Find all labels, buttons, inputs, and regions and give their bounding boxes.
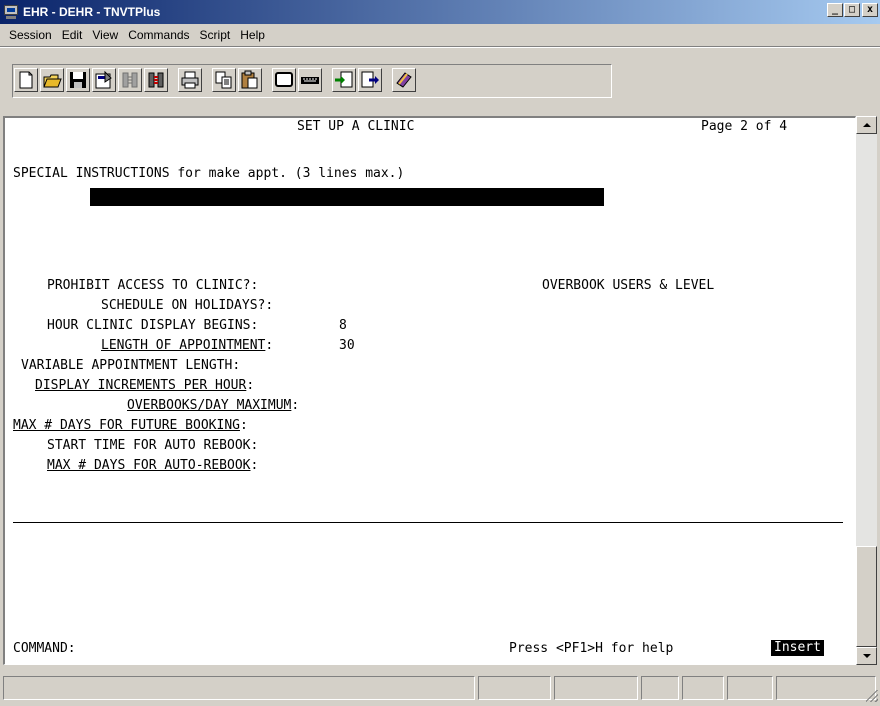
display-increments-label: DISPLAY INCREMENTS PER HOUR bbox=[35, 378, 247, 393]
overbooks-day-max-row: OVERBOOKS/DAY MAXIMUM: bbox=[127, 398, 299, 414]
status-pane-3 bbox=[641, 676, 679, 700]
terminal-screen[interactable]: SET UP A CLINIC Page 2 of 4 SPECIAL INST… bbox=[3, 116, 856, 665]
paste-button[interactable] bbox=[238, 68, 262, 92]
screen-title: SET UP A CLINIC bbox=[297, 119, 415, 134]
status-pane-2 bbox=[554, 676, 638, 700]
connect-icon bbox=[148, 72, 164, 88]
maximize-icon: □ bbox=[848, 4, 856, 15]
new-icon bbox=[19, 71, 33, 89]
status-bar bbox=[0, 672, 880, 704]
divider-line bbox=[13, 522, 843, 523]
properties-button[interactable] bbox=[92, 68, 116, 92]
field-colon: : bbox=[246, 378, 255, 393]
vertical-scrollbar[interactable] bbox=[856, 116, 877, 665]
close-button[interactable]: x bbox=[862, 3, 878, 17]
disconnect-icon bbox=[122, 72, 138, 88]
new-button[interactable] bbox=[14, 68, 38, 92]
schedule-holidays-label: SCHEDULE ON HOLIDAYS?: bbox=[101, 298, 274, 313]
send-file-button[interactable] bbox=[358, 68, 382, 92]
variable-appointment-length-label: VARIABLE APPOINTMENT LENGTH: bbox=[21, 358, 241, 373]
minimize-button[interactable]: _ bbox=[827, 3, 843, 17]
hour-display-begins-value[interactable]: 8 bbox=[339, 318, 347, 334]
print-button[interactable] bbox=[178, 68, 202, 92]
arrow-up-icon bbox=[863, 123, 871, 127]
prohibit-access-label: PROHIBIT ACCESS TO CLINIC?: bbox=[47, 278, 259, 293]
keyboard-icon bbox=[301, 77, 319, 84]
status-pane-main bbox=[3, 676, 475, 700]
toolbar bbox=[0, 46, 880, 114]
overbooks-day-max-label: OVERBOOKS/DAY MAXIMUM bbox=[127, 398, 292, 413]
resize-grip-icon[interactable] bbox=[866, 690, 878, 702]
field-colon: : bbox=[265, 338, 274, 353]
field-colon: : bbox=[250, 458, 259, 473]
open-icon bbox=[43, 74, 62, 88]
screen-button[interactable] bbox=[272, 68, 296, 92]
paste-icon bbox=[241, 70, 258, 89]
menu-edit[interactable]: Edit bbox=[57, 28, 88, 42]
scroll-up-button[interactable] bbox=[856, 116, 877, 134]
special-instructions-input[interactable] bbox=[90, 188, 604, 206]
maximize-button[interactable]: □ bbox=[844, 3, 860, 17]
menu-bar: Session Edit View Commands Script Help bbox=[0, 24, 880, 46]
print-icon bbox=[181, 71, 199, 89]
overbook-users-label: OVERBOOK USERS & LEVEL bbox=[542, 278, 715, 293]
help-hint: Press <PF1>H for help bbox=[509, 641, 674, 656]
receive-file-button[interactable] bbox=[332, 68, 356, 92]
screen-icon bbox=[275, 72, 293, 87]
scroll-down-button[interactable] bbox=[856, 647, 877, 665]
send-file-icon bbox=[361, 71, 379, 88]
start-time-auto-rebook-label: START TIME FOR AUTO REBOOK: bbox=[47, 438, 259, 453]
command-label: COMMAND: bbox=[13, 641, 76, 656]
save-button[interactable] bbox=[66, 68, 90, 92]
connect-button[interactable] bbox=[144, 68, 168, 92]
scroll-thumb[interactable] bbox=[856, 546, 877, 647]
insert-mode-badge: Insert bbox=[771, 640, 824, 656]
title-bar[interactable]: EHR - DEHR - TNVTPlus _ □ x bbox=[0, 0, 880, 24]
status-pane-4 bbox=[682, 676, 724, 700]
help-book-button[interactable] bbox=[392, 68, 416, 92]
arrow-down-icon bbox=[863, 654, 871, 658]
length-of-appointment-row: LENGTH OF APPOINTMENT: bbox=[101, 338, 273, 354]
menu-view[interactable]: View bbox=[87, 28, 123, 42]
menu-session[interactable]: Session bbox=[4, 28, 57, 42]
keyboard-button[interactable] bbox=[298, 68, 322, 92]
menu-commands[interactable]: Commands bbox=[123, 28, 194, 42]
copy-icon bbox=[215, 71, 232, 89]
disconnect-button[interactable] bbox=[118, 68, 142, 92]
close-icon: x bbox=[866, 4, 874, 15]
help-book-icon bbox=[396, 72, 412, 88]
max-days-future-booking-row: MAX # DAYS FOR FUTURE BOOKING: bbox=[13, 418, 248, 434]
field-colon: : bbox=[291, 398, 300, 413]
display-increments-row: DISPLAY INCREMENTS PER HOUR: bbox=[35, 378, 254, 394]
menu-script[interactable]: Script bbox=[195, 28, 236, 42]
window-title: EHR - DEHR - TNVTPlus bbox=[23, 5, 161, 19]
length-of-appointment-label: LENGTH OF APPOINTMENT bbox=[101, 338, 266, 353]
minimize-icon: _ bbox=[831, 4, 839, 15]
page-indicator: Page 2 of 4 bbox=[701, 119, 788, 134]
status-pane-5 bbox=[727, 676, 773, 700]
special-instructions-label: SPECIAL INSTRUCTIONS for make appt. (3 l… bbox=[13, 166, 405, 181]
properties-icon bbox=[95, 70, 112, 89]
max-days-future-booking-label: MAX # DAYS FOR FUTURE BOOKING bbox=[13, 418, 240, 433]
max-days-auto-rebook-row: MAX # DAYS FOR AUTO-REBOOK: bbox=[47, 458, 258, 474]
field-colon: : bbox=[239, 418, 248, 433]
length-of-appointment-value[interactable]: 30 bbox=[339, 338, 355, 354]
menu-help[interactable]: Help bbox=[235, 28, 270, 42]
status-pane-6 bbox=[776, 676, 876, 700]
receive-file-icon bbox=[335, 71, 353, 88]
hour-display-begins-label: HOUR CLINIC DISPLAY BEGINS: bbox=[47, 318, 259, 333]
open-button[interactable] bbox=[40, 68, 64, 92]
status-pane-1 bbox=[478, 676, 551, 700]
save-icon bbox=[70, 72, 86, 88]
max-days-auto-rebook-label: MAX # DAYS FOR AUTO-REBOOK bbox=[47, 458, 251, 473]
copy-button[interactable] bbox=[212, 68, 236, 92]
terminal-app-icon bbox=[3, 4, 19, 20]
